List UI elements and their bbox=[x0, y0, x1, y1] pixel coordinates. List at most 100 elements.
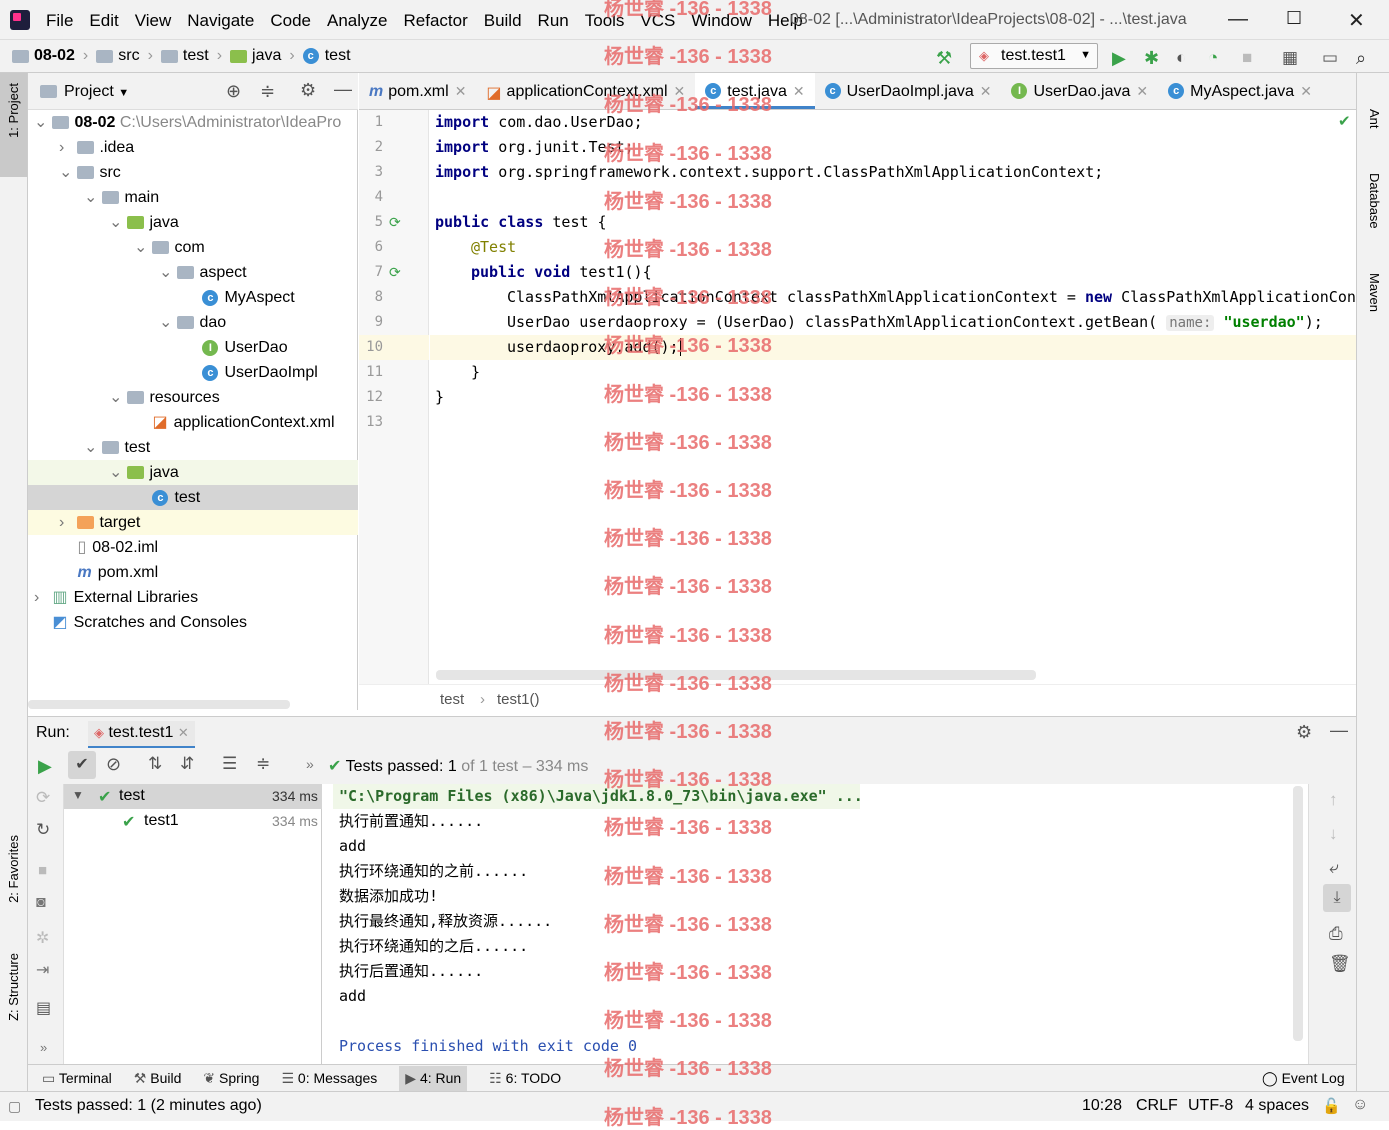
expand-arrow-icon[interactable]: › bbox=[59, 510, 73, 535]
breadcrumb-project[interactable]: 08-02 bbox=[12, 47, 75, 65]
tab-project[interactable]: 1: Project bbox=[6, 83, 21, 138]
close-tab-icon[interactable]: ✕ bbox=[178, 725, 189, 740]
editor-tab[interactable]: I UserDao.java ✕ bbox=[1001, 73, 1158, 109]
coverage-icon[interactable]: ◐ bbox=[1176, 48, 1194, 67]
collapse-all-icon[interactable]: ≑ bbox=[260, 81, 275, 102]
editor-breadcrumb-class[interactable]: test bbox=[440, 691, 464, 708]
more-icon[interactable]: » bbox=[306, 756, 314, 772]
breadcrumb-java[interactable]: java bbox=[230, 47, 281, 65]
run-configuration-select[interactable]: ◈ test.test1 ▼ bbox=[970, 43, 1098, 69]
tree-item[interactable]: ▯ 08-02.iml bbox=[28, 535, 358, 560]
collapse-all-icon[interactable]: ≑ bbox=[256, 754, 270, 774]
debug-icon[interactable]: ✱ bbox=[1144, 48, 1162, 68]
tab-favorites[interactable]: 2: Favorites bbox=[6, 835, 21, 903]
expand-arrow-icon[interactable]: ⌄ bbox=[84, 185, 98, 210]
editor-tab[interactable]: ◪ applicationContext.xml ✕ bbox=[476, 73, 695, 109]
run-test-gutter-icon[interactable]: ⟳ bbox=[389, 214, 401, 231]
run-test-gutter-icon[interactable]: ⟳ bbox=[389, 264, 401, 281]
down-arrow-icon[interactable]: ↓ bbox=[1329, 824, 1338, 844]
rerun-failed-icon[interactable]: ⟳ bbox=[36, 788, 50, 808]
locate-icon[interactable]: ⊕ bbox=[226, 81, 241, 102]
expand-arrow-icon[interactable]: ⌄ bbox=[159, 260, 173, 285]
sort-duration-icon[interactable]: ⇵ bbox=[180, 754, 194, 774]
menu-build[interactable]: Build bbox=[484, 11, 522, 31]
menu-file[interactable]: File bbox=[46, 11, 73, 31]
expand-arrow-icon[interactable]: › bbox=[34, 585, 48, 610]
close-tab-icon[interactable]: ✕ bbox=[674, 83, 686, 100]
test-suite-row[interactable]: ▼ ✔ test 334 ms bbox=[64, 784, 322, 809]
editor-breadcrumb-method[interactable]: test1() bbox=[497, 691, 540, 708]
bottom-tab[interactable]: ▶ 4: Run bbox=[399, 1065, 468, 1091]
event-log-tab[interactable]: ◯ Event Log bbox=[1262, 1070, 1345, 1087]
settings-icon[interactable]: ✲ bbox=[36, 928, 49, 948]
expand-arrow-icon[interactable]: ⌄ bbox=[109, 460, 123, 485]
tree-item[interactable]: › .idea bbox=[28, 135, 358, 160]
console-output[interactable]: "C:\Program Files (x86)\Java\jdk1.8.0_73… bbox=[323, 784, 1308, 1064]
close-window-icon[interactable]: ✕ bbox=[1348, 8, 1365, 33]
scroll-to-end-icon[interactable]: ⤓ bbox=[1323, 884, 1351, 912]
indent-setting[interactable]: 4 spaces bbox=[1245, 1097, 1309, 1115]
test-case-row[interactable]: ✔ test1 334 ms bbox=[64, 809, 322, 834]
tree-item[interactable]: ◩ Scratches and Consoles bbox=[28, 610, 358, 635]
file-encoding[interactable]: UTF-8 bbox=[1188, 1097, 1233, 1115]
tree-item[interactable]: ◪ applicationContext.xml bbox=[28, 410, 358, 435]
camera-icon[interactable]: ◙ bbox=[36, 894, 46, 912]
menu-analyze[interactable]: Analyze bbox=[327, 11, 387, 31]
status-toggle-icon[interactable]: ▢ bbox=[8, 1098, 21, 1115]
tree-item[interactable]: ⌄ main bbox=[28, 185, 358, 210]
expand-arrow-icon[interactable]: ⌄ bbox=[84, 435, 98, 460]
expand-arrow-icon[interactable]: › bbox=[59, 135, 73, 160]
tree-item[interactable]: ⌄ com bbox=[28, 235, 358, 260]
layout-icon[interactable]: ▤ bbox=[36, 998, 51, 1018]
bottom-tab[interactable]: ☰ 0: Messages bbox=[281, 1070, 377, 1087]
tree-item[interactable]: ⌄ test bbox=[28, 435, 358, 460]
menu-run[interactable]: Run bbox=[538, 11, 569, 31]
expand-arrow-icon[interactable]: ⌄ bbox=[134, 235, 148, 260]
close-tab-icon[interactable]: ✕ bbox=[1136, 83, 1148, 100]
project-view-select[interactable]: Project ▼ bbox=[64, 83, 129, 101]
import-icon[interactable]: ⇥ bbox=[36, 960, 49, 980]
expand-arrow-icon[interactable]: ⌄ bbox=[109, 385, 123, 410]
tab-ant[interactable]: Ant bbox=[1367, 109, 1382, 129]
more-icon[interactable]: » bbox=[40, 1040, 47, 1055]
show-ignored-icon[interactable]: ⊘ bbox=[106, 754, 121, 775]
code-editor[interactable]: import com.dao.UserDao; import org.junit… bbox=[430, 110, 1356, 684]
horizontal-scrollbar[interactable] bbox=[436, 670, 1036, 680]
tree-item[interactable]: m pom.xml bbox=[28, 560, 358, 585]
horizontal-scrollbar[interactable] bbox=[28, 700, 290, 709]
menu-refactor[interactable]: Refactor bbox=[403, 11, 467, 31]
close-tab-icon[interactable]: ✕ bbox=[793, 83, 805, 100]
tree-item[interactable]: c MyAspect bbox=[28, 285, 358, 310]
maximize-icon[interactable]: ☐ bbox=[1286, 8, 1302, 29]
tab-structure[interactable]: Z: Structure bbox=[6, 953, 21, 1021]
gear-icon[interactable]: ⚙ bbox=[300, 80, 316, 101]
layout-icon[interactable]: ▭ bbox=[1322, 48, 1340, 67]
inspector-icon[interactable]: ☺ bbox=[1352, 1096, 1368, 1114]
tree-item[interactable]: ⌄ resources bbox=[28, 385, 358, 410]
tree-item[interactable]: ⌄ java bbox=[28, 210, 358, 235]
tree-item[interactable]: ⌄ java bbox=[28, 460, 358, 485]
menu-tools[interactable]: Tools bbox=[585, 11, 625, 31]
menu-vcs[interactable]: VCS bbox=[640, 11, 675, 31]
sort-alpha-icon[interactable]: ⇅ bbox=[148, 754, 162, 774]
caret-position[interactable]: 10:28 bbox=[1082, 1097, 1122, 1115]
tree-item[interactable]: c test bbox=[28, 485, 358, 510]
trash-icon[interactable]: 🗑 bbox=[1329, 954, 1351, 974]
project-structure-icon[interactable]: ▦ bbox=[1282, 48, 1300, 67]
show-passed-toggle[interactable]: ✔ bbox=[68, 751, 96, 779]
vertical-scrollbar[interactable] bbox=[1293, 786, 1303, 1041]
soft-wrap-icon[interactable]: ⤶ bbox=[1329, 858, 1339, 878]
expand-all-icon[interactable]: ☰ bbox=[222, 754, 237, 774]
menu-navigate[interactable]: Navigate bbox=[187, 11, 254, 31]
close-tab-icon[interactable]: ✕ bbox=[455, 83, 467, 100]
menu-code[interactable]: Code bbox=[270, 11, 311, 31]
search-icon[interactable]: ⌕ bbox=[1356, 48, 1374, 68]
print-icon[interactable]: ⎙ bbox=[1329, 924, 1343, 944]
breadcrumb-test[interactable]: test bbox=[160, 47, 209, 65]
tree-item[interactable]: c UserDaoImpl bbox=[28, 360, 358, 385]
hide-panel-icon[interactable]: — bbox=[1330, 720, 1348, 741]
minimize-icon[interactable]: — bbox=[1228, 8, 1248, 31]
menu-view[interactable]: View bbox=[135, 11, 172, 31]
bottom-tab[interactable]: ❦ Spring bbox=[203, 1070, 259, 1087]
tab-maven[interactable]: Maven bbox=[1367, 273, 1382, 312]
